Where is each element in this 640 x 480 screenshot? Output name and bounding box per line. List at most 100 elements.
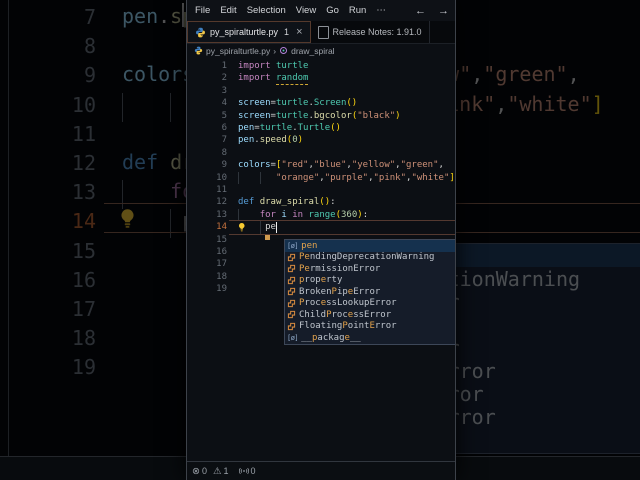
menu-more[interactable]: ⋯	[371, 3, 391, 18]
warning-icon: ⚠	[213, 466, 222, 477]
suggest-item[interactable]: FloatingPointError	[285, 321, 455, 333]
suggest-item[interactable]: ChildProcessError	[285, 309, 455, 321]
code-line[interactable]: colors=["red","blue","yellow","green",	[238, 159, 444, 171]
line-number: 11	[187, 184, 227, 196]
suggest-item[interactable]: property	[285, 275, 455, 287]
suggest-item[interactable]: PermissionError	[285, 263, 455, 275]
line-number: 1	[187, 60, 227, 72]
python-icon	[194, 46, 203, 55]
snippet-indicator	[265, 235, 270, 240]
indent-guide	[260, 172, 261, 184]
suggest-item[interactable]: ProcessLookupError	[285, 298, 455, 310]
line-number: 8	[187, 147, 227, 159]
line-number: 13	[187, 209, 227, 221]
code-line[interactable]: import random	[238, 72, 308, 84]
line-number: 12	[187, 196, 227, 208]
suggest-item[interactable]: BrokenPipeError	[285, 286, 455, 298]
code-token: "green"	[401, 160, 439, 170]
suggest-item[interactable]: PendingDeprecationWarning	[285, 252, 455, 264]
background-line-number: 18	[0, 326, 96, 350]
close-icon[interactable]: ×	[296, 26, 302, 38]
line-number: 2	[187, 72, 227, 84]
breadcrumb: py_spiralturtle.py › draw_spiral	[187, 44, 455, 57]
code-token: pe	[265, 222, 276, 232]
code-line[interactable]: screen=turtle.bgcolor("black")	[238, 110, 401, 122]
code-line[interactable]: import turtle	[238, 60, 308, 72]
chevron-right-icon: ›	[273, 46, 276, 56]
breadcrumb-file[interactable]: py_spiralturtle.py	[206, 46, 270, 56]
code-line[interactable]: pen=turtle.Turtle()	[238, 122, 341, 134]
code-token: "yellow"	[352, 160, 395, 170]
suggest-item[interactable]: [ø]pen	[285, 240, 455, 252]
class-icon	[287, 299, 296, 308]
back-arrow-icon[interactable]: ←	[409, 5, 432, 17]
menu-file[interactable]: File	[190, 3, 215, 18]
background-line-number: 15	[0, 239, 96, 263]
code-token: turtle	[276, 111, 309, 121]
code-line[interactable]: def draw_spiral():	[238, 196, 336, 208]
suggest-widget: [ø]penPendingDeprecationWarningPermissio…	[284, 239, 455, 345]
broadcast-indicator[interactable]: 0	[239, 466, 256, 476]
code-token: ()	[330, 123, 341, 133]
code-token: "purple"	[325, 173, 368, 183]
suggest-item[interactable]: [ø]__package__	[285, 332, 455, 344]
code-token: ]	[449, 173, 454, 183]
background-indent-guide	[122, 93, 123, 122]
code-token: for	[260, 210, 276, 220]
suggest-label: property	[299, 275, 342, 285]
background-line-number: 9	[0, 63, 96, 87]
class-icon	[287, 276, 296, 285]
class-icon	[287, 287, 296, 296]
tab-py-spiralturtle[interactable]: py_spiralturtle.py 1 ×	[187, 21, 311, 43]
lightbulb-icon[interactable]	[237, 222, 247, 233]
forward-arrow-icon[interactable]: →	[432, 5, 455, 17]
status-bar: ⊗ 0 ⚠ 1 0	[187, 461, 455, 480]
menu-view[interactable]: View	[291, 3, 321, 18]
code-token: "pink"	[374, 173, 407, 183]
background-line-number: 16	[0, 268, 96, 292]
menu-edit[interactable]: Edit	[215, 3, 241, 18]
problems-indicator[interactable]: ⊗ 0 ⚠ 1	[192, 466, 229, 477]
code-token: 360	[341, 210, 357, 220]
file-icon	[318, 26, 329, 39]
tab-badge: 1	[284, 27, 289, 37]
code-token: )	[298, 135, 303, 145]
indent-guide	[238, 172, 239, 184]
background-line-number: 17	[0, 297, 96, 321]
code-line[interactable]: "orange","purple","pink","white"]	[238, 172, 455, 184]
background-line-number: 11	[0, 122, 96, 146]
menu-selection[interactable]: Selection	[242, 3, 291, 18]
line-number: 14	[187, 221, 227, 233]
code-token: ()	[319, 197, 330, 207]
tab-release-notes[interactable]: Release Notes: 1.91.0	[311, 21, 430, 43]
suggest-label: ProcessLookupError	[299, 298, 397, 308]
line-number: 3	[187, 85, 227, 97]
code-token: speed	[260, 135, 287, 145]
code-token: import	[238, 61, 271, 71]
line-number: 16	[187, 246, 227, 258]
background-lightbulb-icon	[117, 207, 138, 231]
line-number: 18	[187, 271, 227, 283]
code-line[interactable]: pen.speed(0)	[238, 134, 303, 146]
code-token: :	[363, 210, 368, 220]
code-line[interactable]: screen=turtle.Screen()	[238, 97, 357, 109]
background-line-number: 13	[0, 180, 96, 204]
code-editor[interactable]: 1import turtle2import random34screen=tur…	[187, 57, 455, 461]
line-number: 15	[187, 234, 227, 246]
suggest-label: PendingDeprecationWarning	[299, 252, 434, 262]
menu-go[interactable]: Go	[321, 3, 344, 18]
background-line-number: 14	[0, 209, 96, 233]
menu-run[interactable]: Run	[344, 3, 371, 18]
line-number: 7	[187, 134, 227, 146]
breadcrumb-symbol[interactable]: draw_spiral	[291, 46, 334, 56]
tab-title: py_spiralturtle.py	[210, 27, 278, 37]
code-token: colors	[238, 160, 271, 170]
code-token: draw_spiral	[260, 197, 320, 207]
background-line-number: 12	[0, 151, 96, 175]
current-line-border	[229, 234, 455, 235]
code-token: pen	[238, 123, 254, 133]
code-token: pen	[238, 135, 254, 145]
code-token: in	[292, 210, 303, 220]
vscode-window: FileEditSelectionViewGoRun⋯ ←→ py_spiralt…	[186, 0, 456, 480]
code-token	[238, 210, 260, 220]
